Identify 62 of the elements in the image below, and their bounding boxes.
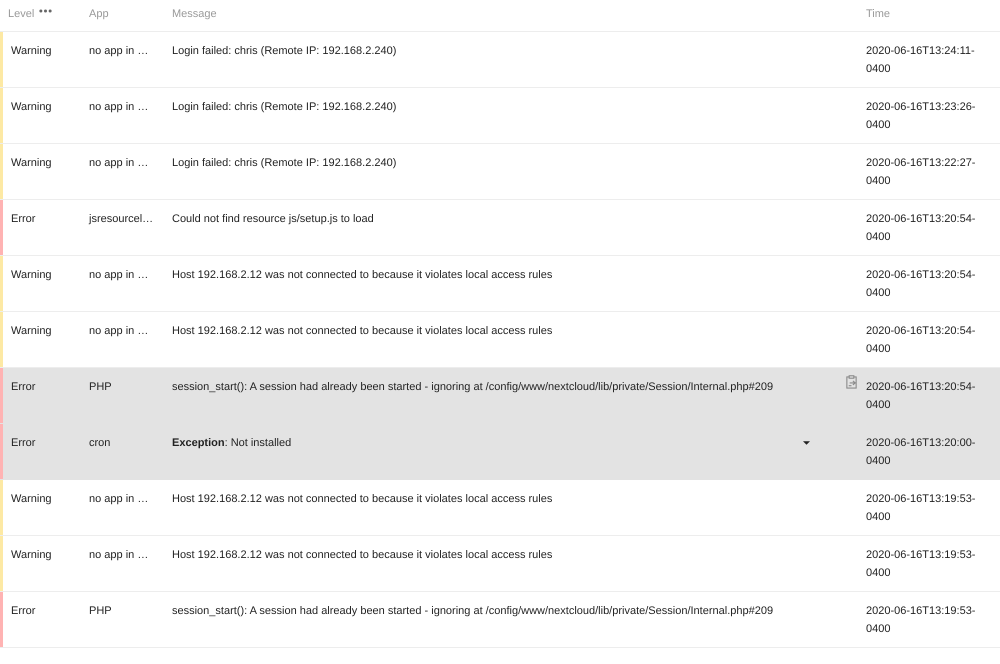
app-name: cron: [89, 437, 110, 449]
log-timestamp: 2020-06-16T13:19:53-0400: [866, 605, 976, 635]
level-label: Warning: [11, 101, 52, 113]
app-name: no app in …: [89, 45, 148, 57]
log-timestamp: 2020-06-16T13:20:00-0400: [866, 437, 976, 467]
level-label: Error: [11, 437, 36, 449]
log-row[interactable]: Warning no app in … Login failed: chris (Remote IP: 192.168.2.240) 2020-06-16T13:22:27-0400: [0, 144, 1000, 200]
app-name: no app in …: [89, 549, 148, 561]
log-message: Login failed: chris (Remote IP: 192.168.2.240): [172, 44, 396, 59]
level-label: Warning: [11, 45, 52, 57]
level-label: Warning: [11, 157, 52, 169]
log-row[interactable]: Warning no app in … Login failed: chris (Remote IP: 192.168.2.240) 2020-06-16T13:24:11-0400: [0, 32, 1000, 88]
column-header: App: [89, 7, 109, 22]
log-row[interactable]: Error jsresourcel… Could not find resource js/setup.js to load 2020-06-16T13:20:54-0400: [0, 200, 1000, 256]
clipboard-icon[interactable]: [844, 375, 858, 389]
caret-icon[interactable]: [803, 441, 810, 445]
app-name: no app in …: [89, 269, 148, 281]
log-message: Exception: Not installed: [172, 436, 292, 451]
log-message: Host 192.168.2.12 was not connected to because it violates local access rules: [172, 548, 552, 563]
log-row[interactable]: Warning no app in … Login failed: chris (Remote IP: 192.168.2.240) 2020-06-16T13:23:26-0400: [0, 88, 1000, 144]
level-label: Warning: [11, 493, 52, 505]
app-name: no app in …: [89, 325, 148, 337]
log-timestamp: 2020-06-16T13:24:11-0400: [866, 45, 975, 75]
log-row[interactable]: Warning no app in … Host 192.168.2.12 was not connected to because it violates local access rules 2020-06-16T13:19:53-0400: [0, 536, 1000, 592]
level-label: Error: [11, 381, 36, 393]
log-timestamp: 2020-06-16T13:19:53-0400: [866, 493, 976, 523]
level-label: Warning: [11, 325, 52, 337]
log-timestamp: 2020-06-16T13:19:53-0400: [866, 549, 976, 579]
log-row[interactable]: Error PHP session_start(): A session had already been started - ignoring at /config/www/nextcloud/lib/private/Session/Internal.php#209 2020-06-16T13:20:54-0400: [0, 368, 1000, 424]
log-message: Host 192.168.2.12 was not connected to because it violates local access rules: [172, 268, 552, 283]
level-label: Error: [11, 213, 36, 225]
column-header: Message: [172, 7, 217, 22]
log-row[interactable]: Warning no app in … Host 192.168.2.12 was not connected to because it violates local access rules 2020-06-16T13:19:53-0400: [0, 480, 1000, 536]
log-message: Host 192.168.2.12 was not connected to because it violates local access rules: [172, 324, 552, 339]
level-label: Warning: [11, 269, 52, 281]
level-label: Error: [11, 605, 36, 617]
column-header: Time: [866, 7, 890, 22]
app-name: PHP: [89, 381, 112, 393]
log-row[interactable]: Warning no app in … Host 192.168.2.12 was not connected to because it violates local access rules 2020-06-16T13:20:54-0400: [0, 256, 1000, 312]
app-name: no app in …: [89, 493, 148, 505]
log-row[interactable]: Error cron Exception: Not installed 2020-06-16T13:20:00-0400: [0, 424, 1000, 480]
log-timestamp: 2020-06-16T13:20:54-0400: [866, 381, 976, 411]
more-icon[interactable]: [39, 9, 52, 13]
log-timestamp: 2020-06-16T13:20:54-0400: [866, 325, 976, 355]
log-row[interactable]: Warning no app in … Host 192.168.2.12 was not connected to because it violates local access rules 2020-06-16T13:20:54-0400: [0, 312, 1000, 368]
log-timestamp: 2020-06-16T13:20:54-0400: [866, 213, 976, 243]
log-message: Host 192.168.2.12 was not connected to because it violates local access rules: [172, 492, 552, 507]
log-timestamp: 2020-06-16T13:22:27-0400: [866, 157, 976, 187]
log-message: session_start(): A session had already been started - ignoring at /config/www/nextcloud/lib/private/Session/Internal.php#209: [172, 380, 774, 395]
log-timestamp: 2020-06-16T13:20:54-0400: [866, 269, 976, 299]
log-message: Could not find resource js/setup.js to load: [172, 212, 374, 227]
log-message: session_start(): A session had already been started - ignoring at /config/www/nextcloud/lib/private/Session/Internal.php#209: [172, 604, 774, 619]
app-name: no app in …: [89, 101, 148, 113]
log-timestamp: 2020-06-16T13:23:26-0400: [866, 101, 976, 131]
column-header: Level: [8, 7, 34, 22]
log-message: Login failed: chris (Remote IP: 192.168.2.240): [172, 100, 396, 115]
app-name: PHP: [89, 605, 112, 617]
log-row[interactable]: Error PHP session_start(): A session had already been started - ignoring at /config/www/nextcloud/lib/private/Session/Internal.php#209 2020-06-16T13:19:53-0400: [0, 592, 1000, 648]
level-label: Warning: [11, 549, 52, 561]
log-message: Login failed: chris (Remote IP: 192.168.2.240): [172, 156, 396, 171]
app-name: no app in …: [89, 157, 148, 169]
app-name: jsresourcel…: [89, 213, 154, 225]
